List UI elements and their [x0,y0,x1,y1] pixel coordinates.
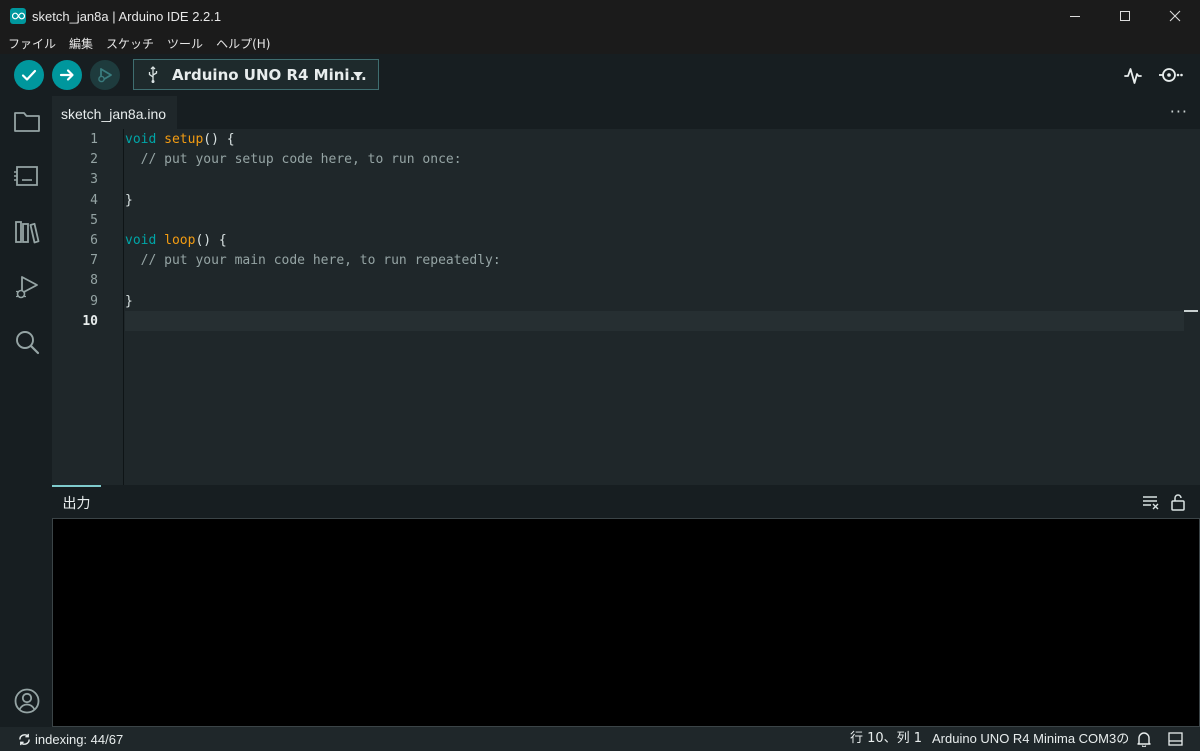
line-number: 6 [90,233,98,248]
code-token: // put your main code here, to run repea… [125,253,501,269]
code-token: void [125,132,157,147]
board-label: Arduino UNO R4 Mini... [172,65,367,84]
debug-button[interactable] [90,60,120,90]
sidebar [0,96,52,727]
code-token: } [125,293,133,309]
library-icon[interactable] [12,217,42,247]
menu-sketch[interactable]: スケッチ [106,35,154,52]
checkmark-icon [21,69,37,81]
search-icon[interactable] [12,327,42,357]
arrow-right-icon [59,69,74,81]
menu-edit[interactable]: 編集 [69,35,93,52]
line-number: 4 [90,192,98,208]
indexing-label: indexing: 44/67 [35,731,124,747]
code-token: // put your setup code here, to run once… [125,152,462,168]
output-console[interactable] [52,518,1200,727]
tab-sketch[interactable]: sketch_jan8a.ino [52,96,177,129]
status-bar: indexing: 44/67 行 10、列 1 Arduino UNO R4 … [0,727,1200,751]
indexing-status[interactable]: indexing: 44/67 [18,727,123,751]
line-number: 2 [90,152,98,168]
unlock-icon[interactable] [1169,493,1187,511]
code-token: } [125,192,133,208]
title-bar: sketch_jan8a | Arduino IDE 2.2.1 [0,0,1200,32]
status-board[interactable]: Arduino UNO R4 Minima COM3の [932,727,1129,751]
board-manager-icon[interactable] [12,161,42,191]
menu-bar: ファイル 編集 スケッチ ツール ヘルプ(H) [0,32,1200,54]
serial-monitor-icon [1159,68,1183,82]
code-token: void [125,233,157,248]
upload-button[interactable] [52,60,82,90]
verify-button[interactable] [14,60,44,90]
code-token: () { [203,132,235,147]
debug-icon [98,68,112,83]
maximize-icon[interactable] [1100,0,1150,32]
serial-monitor-button[interactable] [1157,62,1183,88]
output-header: 出力 [52,485,1200,518]
code-line[interactable]: // put your main code here, to run repea… [125,251,501,271]
code-line[interactable]: void loop() { [125,231,227,251]
panel-toggle-icon[interactable] [1167,731,1183,747]
code-line[interactable]: } [125,292,133,312]
tab-label: sketch_jan8a.ino [61,105,167,122]
chevron-down-icon [353,72,363,78]
usb-icon [144,65,162,84]
window-title: sketch_jan8a | Arduino IDE 2.2.1 [32,8,222,24]
more-actions-icon[interactable]: ··· [1170,102,1188,121]
tab-output[interactable]: 出力 [52,485,101,518]
code-line[interactable]: } [125,191,133,211]
scrollbar-cursor-marker[interactable] [1184,310,1198,312]
line-number: 1 [90,132,98,147]
menu-file[interactable]: ファイル [8,35,56,52]
line-number: 10 [82,313,98,329]
menu-tools[interactable]: ツール [167,35,203,52]
menu-help[interactable]: ヘルプ(H) [216,35,270,52]
code-token: loop [164,233,196,248]
debug-run-icon[interactable] [12,272,42,302]
account-icon[interactable] [12,686,42,716]
serial-plotter-icon [1124,68,1142,84]
bell-icon[interactable] [1136,731,1152,747]
minimize-icon[interactable] [1050,0,1100,32]
code-line[interactable]: // put your setup code here, to run once… [125,150,462,170]
line-number: 7 [90,253,98,269]
line-number: 9 [90,293,98,309]
line-number: 5 [90,212,98,228]
clear-output-icon[interactable] [1142,493,1160,511]
code-line[interactable]: void setup() { [125,130,235,150]
code-editor[interactable]: 1 2 3 4 5 6 7 8 9 10 void setup() { // put your s… [52,129,1200,485]
arduino-infinity-icon [10,8,26,24]
cursor-position[interactable]: 行 10、列 1 [850,727,922,751]
code-token: () { [195,233,227,248]
close-icon[interactable] [1150,0,1200,32]
sync-icon [18,733,31,746]
output-tab-label: 出力 [62,495,91,512]
line-number: 8 [90,273,98,289]
line-number: 3 [90,172,98,188]
line-number-gutter: 1 2 3 4 5 6 7 8 9 10 [52,129,124,485]
tab-bar: sketch_jan8a.ino ··· [52,96,1200,129]
serial-plotter-button[interactable] [1120,62,1146,88]
toolbar: Arduino UNO R4 Mini... [0,54,1200,96]
code-area[interactable]: void setup() { // put your setup code he… [125,129,1200,485]
code-token: setup [164,132,204,147]
current-line-highlight [125,311,1184,331]
board-selector[interactable]: Arduino UNO R4 Mini... [133,59,379,90]
window-controls [1050,0,1200,32]
folder-icon[interactable] [12,106,42,136]
